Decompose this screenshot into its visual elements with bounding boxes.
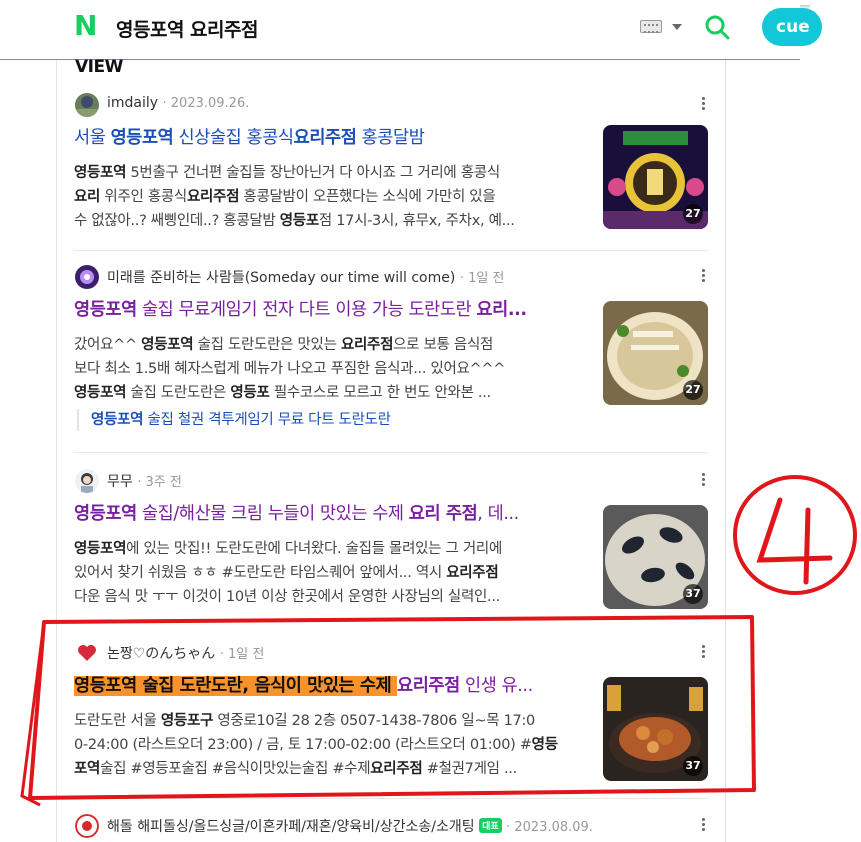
photo-count: 37 [683, 756, 703, 776]
post-5: 해돌 해피돌싱/올드싱글/이혼카페/재혼/양육비/상간소송/소개팅 대표 · 2… [74, 814, 710, 842]
search-icon[interactable] [704, 14, 730, 40]
post-author[interactable]: 무무 · 3주 전 [107, 471, 182, 491]
avatar[interactable] [75, 93, 99, 117]
search-header: N 영등포역 요리주점 cue [0, 0, 822, 60]
more-options-icon[interactable] [702, 473, 706, 489]
post-snippet[interactable]: 영등포역 5번출구 건너편 술집들 장난아닌거 다 아시죠 그 거리에 홍콩식 … [74, 161, 586, 233]
photo-count: 37 [683, 584, 703, 604]
more-options-icon[interactable] [702, 97, 706, 113]
post-snippet[interactable]: 도란도란 서울 영등포구 영중로10길 28 2층 0507-1438-7806… [74, 709, 586, 781]
search-query[interactable]: 영등포역 요리주점 [116, 15, 258, 42]
post-title[interactable]: 영등포역 술집 도란도란, 음식이 맛있는 수제 요리주점 인생 유... [74, 673, 586, 699]
post-date: 2023.09.26. [170, 96, 250, 111]
naver-logo[interactable]: N [74, 12, 100, 40]
related-post-link[interactable]: 영등포역 술집 철권 격투게임기 무료 다트 도란도란 [77, 409, 391, 431]
post-author[interactable]: imdaily · 2023.09.26. [107, 95, 249, 111]
post-1: imdaily · 2023.09.26. 서울 영등포역 신상술집 홍콩식요리… [74, 93, 710, 243]
more-options-icon[interactable] [702, 818, 706, 834]
avatar[interactable] [75, 265, 99, 289]
more-options-icon[interactable] [702, 645, 706, 661]
photo-count: 27 [683, 380, 703, 400]
more-options-icon[interactable] [702, 269, 706, 285]
post-snippet[interactable]: 갔어요^^ 영등포역 술집 도란도란은 맛있는 요리주점으로 보통 음식점 보다… [74, 333, 586, 405]
post-date: 2023.08.09. [514, 820, 593, 835]
avatar[interactable] [75, 641, 99, 665]
photo-count: 27 [683, 204, 703, 224]
post-thumbnail[interactable]: 27 [603, 301, 708, 405]
chevron-down-icon[interactable] [672, 24, 682, 30]
post-title[interactable]: 영등포역 술집/해산물 크림 누들이 맛있는 수제 요리 주점, 데... [74, 501, 586, 527]
annotation-circle [733, 475, 857, 595]
divider [74, 452, 708, 453]
post-3: 무무 · 3주 전 영등포역 술집/해산물 크림 누들이 맛있는 수제 요리 주… [74, 469, 710, 619]
post-author[interactable]: 논짱♡のんちゃん · 1일 전 [107, 643, 264, 663]
divider [74, 250, 708, 251]
annotation-digit-four [756, 497, 833, 585]
cue-button[interactable]: cue [762, 8, 822, 46]
post-thumbnail[interactable]: 37 [603, 677, 708, 781]
representative-badge: 대표 [479, 818, 502, 833]
post-2: 미래를 준비하는 사람들(Someday our time will come)… [74, 265, 710, 445]
divider [74, 798, 708, 799]
post-thumbnail[interactable]: 37 [603, 505, 708, 609]
post-thumbnail[interactable]: 27 [603, 125, 708, 229]
highlighted-title-text: 영등포역 술집 도란도란, 음식이 맛있는 수제 [74, 676, 398, 696]
post-snippet[interactable]: 영등포역에 있는 맛집!! 도란도란에 다녀왔다. 술집들 몰려있는 그 거리에… [74, 537, 586, 609]
section-title: VIEW [75, 57, 123, 77]
post-title[interactable]: 서울 영등포역 신상술집 홍콩식요리주점 홍콩달밤 [74, 125, 586, 151]
avatar[interactable] [75, 469, 99, 493]
post-date: 1일 전 [228, 647, 265, 662]
post-title[interactable]: 영등포역 술집 무료게임기 전자 다트 이용 가능 도란도란 요리... [74, 297, 586, 323]
annotation-box-tail [20, 621, 46, 807]
post-author[interactable]: 미래를 준비하는 사람들(Someday our time will come)… [107, 267, 504, 287]
avatar[interactable] [75, 814, 99, 838]
keyboard-icon[interactable] [640, 20, 662, 33]
post-4: 논짱♡のんちゃん · 1일 전 영등포역 술집 도란도란, 음식이 맛있는 수제… [74, 641, 710, 791]
post-date: 3주 전 [145, 475, 182, 490]
post-author[interactable]: 해돌 해피돌싱/올드싱글/이혼카페/재혼/양육비/상간소송/소개팅 대표 · 2… [107, 816, 593, 836]
post-date: 1일 전 [468, 271, 505, 286]
